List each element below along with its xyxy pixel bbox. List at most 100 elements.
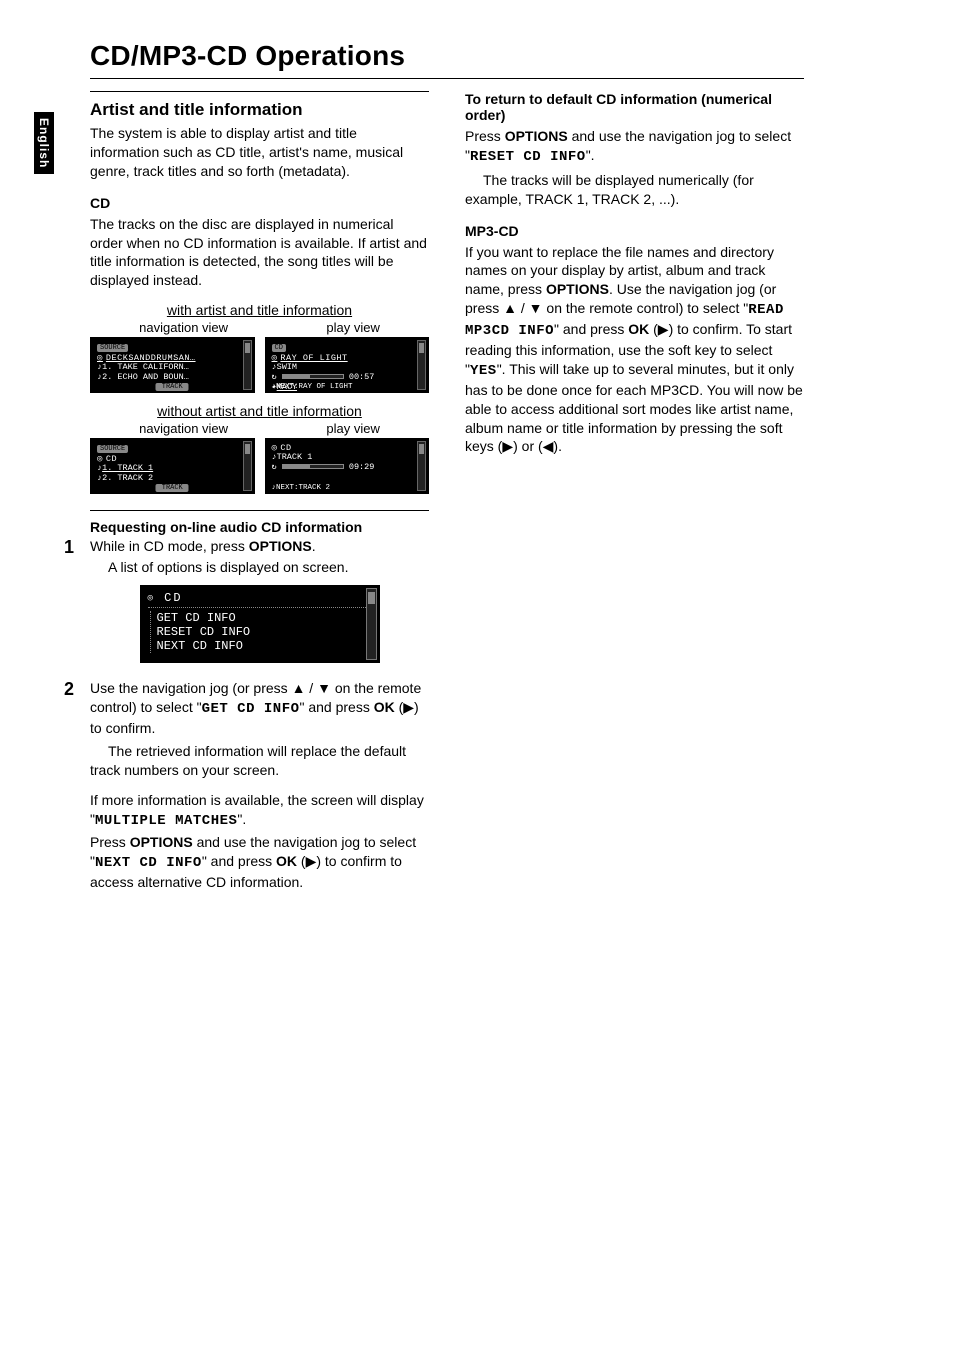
options-key: OPTIONS	[249, 538, 312, 554]
clock-icon: ↻	[272, 462, 277, 472]
step2-text-c: " and press	[300, 699, 374, 715]
scrollbar-icon	[366, 588, 377, 660]
step-number-1: 1	[64, 537, 74, 558]
return-result: The tracks will be displayed numerically…	[465, 171, 804, 209]
view-labels-1: navigation view play view	[90, 320, 429, 335]
scrollbar-icon	[243, 441, 252, 491]
step2-result: The retrieved information will replace t…	[90, 742, 429, 780]
screens-without: SOURCE ◎CD ♪1. TRACK 1 ♪2. TRACK 2 TRACK…	[90, 438, 429, 494]
down-arrow-icon: ▼	[317, 680, 331, 696]
options-key: OPTIONS	[546, 281, 609, 297]
mp3cd-heading: MP3-CD	[465, 223, 804, 239]
ok-key: OK	[628, 321, 649, 337]
with-caption-label: with artist and title information	[167, 302, 352, 318]
step1-text-c: .	[312, 538, 316, 554]
without-caption-label: without artist and title information	[157, 403, 362, 419]
screen-without-play: ◎CD ♪TRACK 1 ↻ 09:29 ♪NEXT:TRACK 2	[265, 438, 430, 494]
scrollbar-icon	[417, 441, 426, 491]
nav-view-label: navigation view	[139, 320, 228, 335]
step1-result: A list of options is displayed on screen…	[90, 558, 429, 577]
intro-paragraph: The system is able to display artist and…	[90, 124, 429, 181]
cd-subheading: CD	[90, 195, 429, 211]
track-1: 1. TRACK 1	[102, 463, 153, 473]
return-a: Press	[465, 128, 505, 144]
page-title: CD/MP3-CD Operations	[90, 40, 804, 72]
step2-more-b: ".	[237, 811, 246, 827]
screen-with-nav: SOURCE ◎DECKSANDDRUMSAN… ♪1. TAKE CALIFO…	[90, 337, 255, 393]
step-1: 1 While in CD mode, press OPTIONS. A lis…	[90, 537, 429, 663]
current-track: TRACK 1	[277, 452, 313, 462]
slash: /	[517, 300, 529, 316]
multiple-matches-cmd: MULTIPLE MATCHES	[95, 813, 237, 829]
play-view-label: play view	[326, 421, 379, 436]
track-2: 2. TRACK 2	[102, 473, 153, 483]
current-track: SWIM	[277, 362, 297, 372]
scrollbar-icon	[243, 340, 252, 390]
reset-cd-info-cmd: RESET CD INFO	[470, 149, 586, 165]
step2-text-a: Use the navigation jog (or press	[90, 680, 292, 696]
request-heading: Requesting on-line audio CD information	[90, 519, 429, 535]
left-column: Artist and title information The system …	[90, 91, 429, 906]
step-2: 2 Use the navigation jog (or press ▲ / ▼…	[90, 679, 429, 892]
down-arrow-icon: ▼	[529, 300, 543, 316]
title-rule	[90, 78, 804, 79]
disc-icon: ◎	[148, 593, 155, 603]
track-2: 2. ECHO AND BOUN…	[102, 372, 189, 382]
language-tab: English	[34, 112, 54, 174]
next-track-label: ♪NEXT:TRACK 2	[272, 484, 331, 492]
section-rule	[90, 510, 429, 511]
content-columns: Artist and title information The system …	[90, 91, 804, 906]
step-number-2: 2	[64, 679, 74, 700]
option-reset-cd-info: RESET CD INFO	[157, 625, 372, 639]
cd-paragraph: The tracks on the disc are displayed in …	[90, 215, 429, 291]
screen-with-play: CD ◎RAY OF LIGHT ♪SWIM ↻ 00:57 ✦MACY ♪NE…	[265, 337, 430, 393]
step2-press-a: Press	[90, 834, 130, 850]
option-get-cd-info: GET CD INFO	[157, 611, 372, 625]
get-cd-info-cmd: GET CD INFO	[202, 701, 300, 717]
return-heading: To return to default CD information (num…	[465, 91, 804, 123]
clock-icon: ↻	[272, 372, 277, 382]
view-labels-2: navigation view play view	[90, 421, 429, 436]
elapsed-time: 09:29	[349, 462, 375, 472]
source-tab: SOURCE	[97, 344, 128, 352]
without-caption: without artist and title information	[90, 403, 429, 419]
ok-key: OK	[276, 853, 297, 869]
step1-text-a: While in CD mode, press	[90, 538, 249, 554]
return-c: ".	[586, 147, 595, 163]
screen-title: CD	[164, 591, 182, 605]
right-column: To return to default CD information (num…	[465, 91, 804, 906]
ok-key: OK	[374, 699, 395, 715]
next-cd-info-cmd: NEXT CD INFO	[95, 855, 202, 871]
play-view-label: play view	[326, 320, 379, 335]
mp3-c: on the remote control) to select "	[543, 300, 749, 316]
elapsed-time: 00:57	[349, 372, 375, 382]
track-1: 1. TAKE CALIFORN…	[102, 362, 189, 372]
mp3-f: ". This will take up to several minutes,…	[465, 361, 803, 455]
progress-bar	[282, 374, 344, 379]
options-key: OPTIONS	[505, 128, 568, 144]
step2-press-c: " and press	[202, 853, 276, 869]
cd-tab: CD	[272, 344, 286, 352]
section-heading-artist-title: Artist and title information	[90, 100, 429, 120]
screens-with: SOURCE ◎DECKSANDDRUMSAN… ♪1. TAKE CALIFO…	[90, 337, 429, 393]
screen-without-nav: SOURCE ◎CD ♪1. TRACK 1 ♪2. TRACK 2 TRACK	[90, 438, 255, 494]
up-arrow-icon: ▲	[292, 680, 306, 696]
steps-list: 1 While in CD mode, press OPTIONS. A lis…	[90, 537, 429, 892]
mp3cd-paragraph: If you want to replace the file names an…	[465, 243, 804, 457]
footer-label: TRACK	[156, 484, 189, 492]
options-key: OPTIONS	[130, 834, 193, 850]
mp3-d: " and press	[554, 321, 628, 337]
up-arrow-icon: ▲	[503, 300, 517, 316]
source-tab: SOURCE	[97, 445, 128, 453]
nav-view-label: navigation view	[139, 421, 228, 436]
slash: /	[305, 680, 317, 696]
with-caption: with artist and title information	[90, 302, 429, 318]
progress-bar	[282, 464, 344, 469]
option-next-cd-info: NEXT CD INFO	[157, 639, 372, 653]
scrollbar-icon	[417, 340, 426, 390]
yes-cmd: YES	[470, 363, 497, 379]
footer-label: TRACK	[156, 383, 189, 391]
section-rule	[90, 91, 429, 92]
options-screen: ◎ CD GET CD INFO RESET CD INFO NEXT CD I…	[140, 585, 380, 663]
next-track-label: ♪NEXT:RAY OF LIGHT	[272, 383, 353, 391]
